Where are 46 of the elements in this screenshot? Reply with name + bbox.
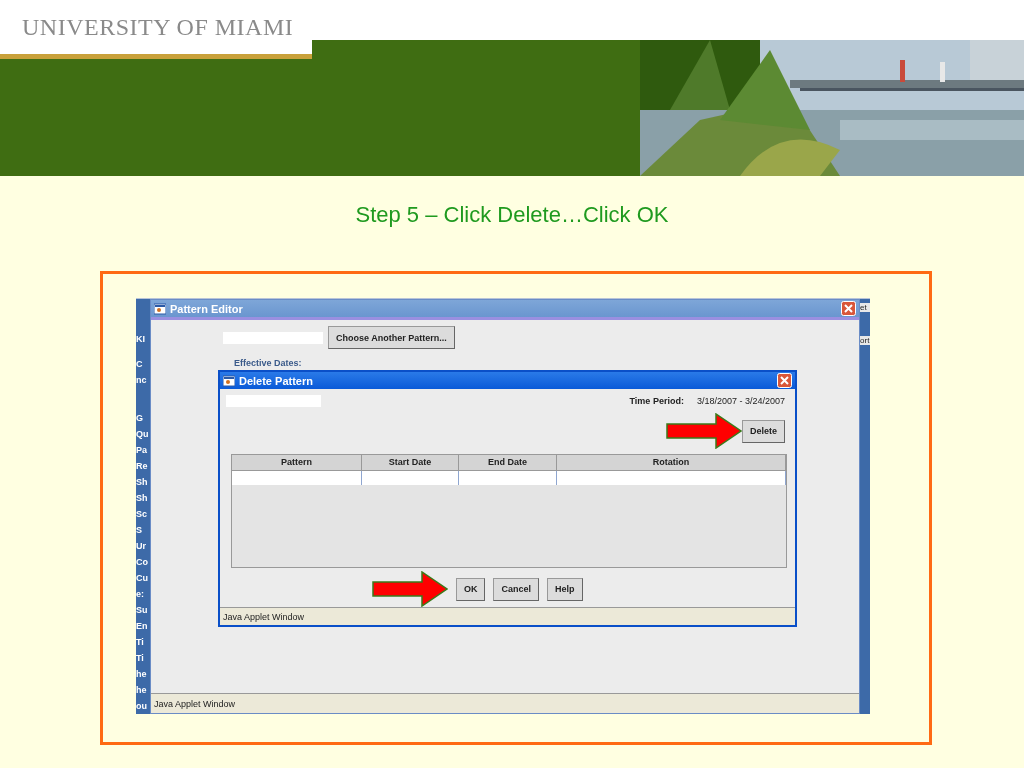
cut-text: et (860, 303, 870, 312)
cut-text: Sc (136, 508, 148, 521)
cut-text: ou (136, 700, 148, 713)
cut-text: Ti (136, 636, 145, 649)
time-period-label: Time Period: (629, 396, 684, 407)
cut-text: nc (136, 374, 148, 387)
cut-text: he (136, 684, 148, 697)
slide-title: Step 5 – Click Delete…Click OK (354, 202, 670, 229)
status-text: Java Applet Window (153, 698, 235, 709)
window-title: Pattern Editor (169, 302, 243, 315)
java-icon (153, 302, 166, 315)
time-period-value: 3/18/2007 - 3/24/2007 (696, 396, 785, 407)
column-header: Start Date (361, 455, 459, 471)
column-header: End Date (458, 455, 557, 471)
java-icon (222, 374, 235, 387)
cut-text: Qu (136, 428, 150, 441)
column-header: Rotation (556, 455, 786, 471)
cut-text: G (136, 412, 144, 425)
close-icon[interactable] (776, 373, 792, 389)
cut-text: ort (860, 336, 870, 345)
dialog-title: Delete Pattern (238, 374, 313, 387)
cut-text: En (136, 620, 149, 633)
cut-text: e: (136, 588, 145, 601)
cut-text: KI (136, 333, 146, 346)
choose-pattern-button[interactable]: Choose Another Pattern... (327, 326, 455, 349)
university-logo: UNIVERSITY OF MIAMI (22, 13, 294, 41)
effective-dates-label: Effective Dates: (233, 358, 303, 368)
cut-text: Pa (136, 444, 148, 457)
status-text: Java Applet Window (222, 611, 304, 622)
dialog-button[interactable]: OK (455, 577, 486, 601)
cut-text: he (136, 668, 148, 681)
cut-text: Sh (136, 476, 149, 489)
cut-text: Cu (136, 572, 149, 585)
dialog-button[interactable]: Cancel (493, 577, 539, 601)
cut-text: Sh (136, 492, 149, 505)
dialog-button[interactable]: Help (547, 577, 583, 601)
cut-text: Ti (136, 652, 145, 665)
cut-text: C (136, 358, 144, 371)
cut-text: Su (136, 604, 149, 617)
cut-text: S (136, 524, 143, 537)
cut-text: Re (136, 460, 149, 473)
close-icon[interactable] (841, 301, 857, 316)
delete-button[interactable]: Delete (741, 419, 785, 443)
cut-text: Co (136, 556, 149, 569)
column-header: Pattern (231, 455, 362, 471)
cut-text: Ur (136, 540, 147, 553)
